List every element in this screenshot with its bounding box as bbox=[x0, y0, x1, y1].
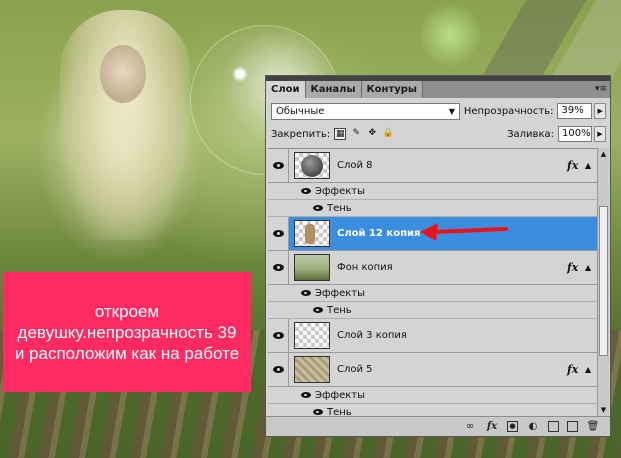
tab-channels[interactable]: Каналы bbox=[305, 81, 362, 98]
effects-row[interactable]: Эффекты bbox=[268, 285, 597, 302]
adjustment-icon[interactable]: ◐ bbox=[526, 420, 540, 433]
trash-icon[interactable]: 🗑 bbox=[586, 420, 600, 433]
eye-icon bbox=[272, 264, 284, 271]
blend-opacity-row: Обычные ▼ Непрозрачность: 39% ▶ bbox=[271, 102, 606, 120]
layers-list: Слой 8 fx ▲ Эффекты Тень Слой 12 копия Ф… bbox=[268, 148, 597, 416]
eye-icon[interactable] bbox=[301, 392, 311, 398]
eye-icon[interactable] bbox=[313, 307, 323, 313]
fx-icon[interactable]: fx bbox=[567, 159, 585, 172]
layer-thumbnail bbox=[294, 220, 330, 247]
effect-row[interactable]: Тень bbox=[268, 200, 597, 217]
panel-tabs: Слои Каналы Контуры ▾≡ bbox=[266, 81, 610, 98]
eye-icon bbox=[272, 230, 284, 237]
layers-panel: Слои Каналы Контуры ▾≡ Обычные ▼ Непрозр… bbox=[265, 75, 611, 437]
scroll-up-icon[interactable]: ▲ bbox=[598, 148, 609, 160]
layer-row[interactable]: Фон копия fx ▲ bbox=[268, 251, 597, 285]
effects-label: Эффекты bbox=[315, 185, 365, 197]
effects-label: Эффекты bbox=[315, 287, 365, 299]
fx-icon[interactable]: fx bbox=[485, 420, 499, 433]
visibility-toggle[interactable] bbox=[268, 149, 289, 182]
fx-icon[interactable]: fx bbox=[567, 363, 585, 376]
eye-icon bbox=[272, 332, 284, 339]
layer-thumbnail bbox=[294, 356, 330, 383]
girl-face bbox=[100, 45, 146, 103]
fx-icon[interactable]: fx bbox=[567, 261, 585, 274]
eye-icon[interactable] bbox=[301, 188, 311, 194]
fill-field[interactable]: 100% bbox=[558, 126, 592, 142]
eye-icon[interactable] bbox=[301, 290, 311, 296]
layer-row[interactable]: Слой 5 fx ▲ bbox=[268, 353, 597, 387]
instruction-caption: откроем девушку.непрозрачность 39 и расп… bbox=[3, 272, 251, 392]
tab-layers[interactable]: Слои bbox=[266, 81, 306, 98]
layer-thumbnail bbox=[294, 254, 330, 281]
layer-row[interactable]: Слой 3 копия bbox=[268, 319, 597, 353]
scroll-thumb[interactable] bbox=[599, 206, 608, 356]
opacity-slider-icon[interactable]: ▶ bbox=[594, 103, 606, 119]
chevron-down-icon: ▼ bbox=[448, 106, 455, 116]
effect-row[interactable]: Тень bbox=[268, 404, 597, 416]
lock-position-icon[interactable]: ✥ bbox=[366, 128, 378, 140]
panel-menu-icon[interactable]: ▾≡ bbox=[592, 81, 610, 98]
red-arrow-icon bbox=[420, 223, 508, 241]
lock-all-icon[interactable]: 🔒 bbox=[382, 128, 394, 140]
visibility-toggle[interactable] bbox=[268, 251, 289, 284]
eye-icon bbox=[272, 162, 284, 169]
lock-transparency-icon[interactable]: ▦ bbox=[334, 128, 347, 140]
effect-name: Тень bbox=[327, 202, 352, 214]
eye-icon bbox=[272, 366, 284, 373]
collapse-arrow-icon[interactable]: ▲ bbox=[585, 365, 597, 374]
collapse-arrow-icon[interactable]: ▲ bbox=[585, 161, 597, 170]
effects-label: Эффекты bbox=[315, 389, 365, 401]
eye-icon[interactable] bbox=[313, 205, 323, 211]
layer-name: Слой 3 копия bbox=[337, 330, 407, 341]
blend-mode-value: Обычные bbox=[276, 105, 325, 117]
layer-thumbnail bbox=[294, 322, 330, 349]
lock-label: Закрепить: bbox=[271, 128, 331, 140]
visibility-toggle[interactable] bbox=[268, 353, 289, 386]
caption-text: откроем девушку.непрозрачность 39 и расп… bbox=[14, 301, 240, 363]
layers-scrollbar[interactable]: ▲ ▼ bbox=[597, 148, 609, 416]
tab-paths[interactable]: Контуры bbox=[361, 81, 423, 98]
fill-label: Заливка: bbox=[507, 128, 554, 140]
opacity-field[interactable]: 39% bbox=[557, 103, 593, 119]
effects-row[interactable]: Эффекты bbox=[268, 387, 597, 404]
scroll-down-icon[interactable]: ▼ bbox=[598, 404, 609, 416]
eye-icon[interactable] bbox=[313, 409, 323, 415]
layer-row[interactable]: Слой 8 fx ▲ bbox=[268, 149, 597, 183]
opacity-label: Непрозрачность: bbox=[463, 105, 554, 117]
effect-name: Тень bbox=[327, 406, 352, 417]
layer-name: Фон копия bbox=[337, 262, 393, 273]
mask-icon[interactable]: ● bbox=[507, 421, 518, 432]
blend-mode-select[interactable]: Обычные ▼ bbox=[271, 102, 460, 120]
group-folder-icon[interactable] bbox=[548, 421, 559, 432]
link-icon[interactable]: ∞ bbox=[463, 420, 477, 433]
layers-toolbar: ∞ fx ● ◐ 🗑 bbox=[266, 416, 610, 436]
lock-fill-row: Закрепить: ▦ ✎ ✥ 🔒 Заливка: 100% ▶ bbox=[271, 125, 606, 143]
collapse-arrow-icon[interactable]: ▲ bbox=[585, 263, 597, 272]
new-layer-icon[interactable] bbox=[567, 421, 578, 432]
light-flare bbox=[232, 66, 248, 82]
lock-pixels-icon[interactable]: ✎ bbox=[350, 128, 362, 140]
effect-name: Тень bbox=[327, 304, 352, 316]
effect-row[interactable]: Тень bbox=[268, 302, 597, 319]
layer-name: Слой 5 bbox=[337, 364, 373, 375]
layer-thumbnail bbox=[294, 152, 330, 179]
visibility-toggle[interactable] bbox=[268, 319, 289, 352]
visibility-toggle[interactable] bbox=[268, 217, 289, 250]
fill-slider-icon[interactable]: ▶ bbox=[594, 126, 606, 142]
layer-name: Слой 8 bbox=[337, 160, 373, 171]
effects-row[interactable]: Эффекты bbox=[268, 183, 597, 200]
flower-glow bbox=[420, 0, 480, 70]
